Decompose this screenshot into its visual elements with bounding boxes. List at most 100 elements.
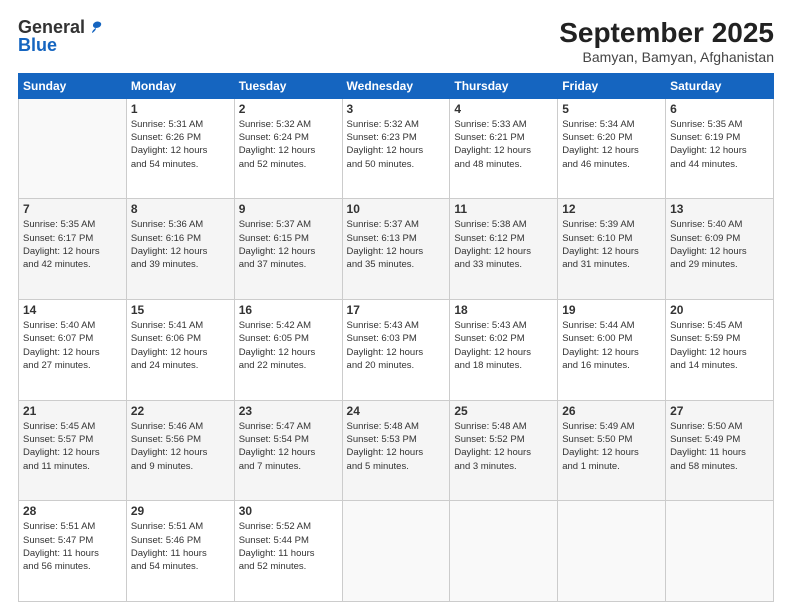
day-info: Sunrise: 5:39 AM Sunset: 6:10 PM Dayligh…	[562, 218, 661, 271]
day-number: 29	[131, 504, 230, 518]
day-number: 25	[454, 404, 553, 418]
day-info: Sunrise: 5:43 AM Sunset: 6:03 PM Dayligh…	[347, 319, 446, 372]
day-number: 19	[562, 303, 661, 317]
day-info: Sunrise: 5:43 AM Sunset: 6:02 PM Dayligh…	[454, 319, 553, 372]
day-info: Sunrise: 5:37 AM Sunset: 6:13 PM Dayligh…	[347, 218, 446, 271]
day-number: 24	[347, 404, 446, 418]
day-info: Sunrise: 5:48 AM Sunset: 5:52 PM Dayligh…	[454, 420, 553, 473]
calendar-day-cell: 19 Sunrise: 5:44 AM Sunset: 6:00 PM Dayli…	[558, 300, 666, 401]
calendar-day-cell: 29 Sunrise: 5:51 AM Sunset: 5:46 PM Dayli…	[126, 501, 234, 602]
calendar-week-row: 14 Sunrise: 5:40 AM Sunset: 6:07 PM Dayli…	[19, 300, 774, 401]
calendar-day-cell: 13 Sunrise: 5:40 AM Sunset: 6:09 PM Dayli…	[666, 199, 774, 300]
calendar-day-cell: 21 Sunrise: 5:45 AM Sunset: 5:57 PM Dayli…	[19, 400, 127, 501]
calendar-day-cell: 27Sunrise: 5:50 AM Sunset: 5:49 PM Dayli…	[666, 400, 774, 501]
day-info: Sunrise: 5:33 AM Sunset: 6:21 PM Dayligh…	[454, 118, 553, 171]
weekday-header-sunday: Sunday	[19, 73, 127, 98]
calendar-day-cell: 2 Sunrise: 5:32 AM Sunset: 6:24 PM Daylig…	[234, 98, 342, 199]
day-info: Sunrise: 5:45 AM Sunset: 5:59 PM Dayligh…	[670, 319, 769, 372]
day-number: 28	[23, 504, 122, 518]
day-info: Sunrise: 5:32 AM Sunset: 6:24 PM Dayligh…	[239, 118, 338, 171]
calendar-week-row: 1 Sunrise: 5:31 AM Sunset: 6:26 PM Daylig…	[19, 98, 774, 199]
day-number: 4	[454, 102, 553, 116]
calendar-day-cell: 18 Sunrise: 5:43 AM Sunset: 6:02 PM Dayli…	[450, 300, 558, 401]
calendar-day-cell: 25 Sunrise: 5:48 AM Sunset: 5:52 PM Dayli…	[450, 400, 558, 501]
calendar-week-row: 21 Sunrise: 5:45 AM Sunset: 5:57 PM Dayli…	[19, 400, 774, 501]
logo: General Blue	[18, 18, 105, 56]
weekday-header-tuesday: Tuesday	[234, 73, 342, 98]
day-number: 13	[670, 202, 769, 216]
calendar-day-cell: 20 Sunrise: 5:45 AM Sunset: 5:59 PM Dayli…	[666, 300, 774, 401]
day-number: 20	[670, 303, 769, 317]
calendar-day-cell: 14 Sunrise: 5:40 AM Sunset: 6:07 PM Dayli…	[19, 300, 127, 401]
day-info: Sunrise: 5:47 AM Sunset: 5:54 PM Dayligh…	[239, 420, 338, 473]
day-info: Sunrise: 5:38 AM Sunset: 6:12 PM Dayligh…	[454, 218, 553, 271]
day-number: 14	[23, 303, 122, 317]
day-info: Sunrise: 5:51 AM Sunset: 5:46 PM Dayligh…	[131, 520, 230, 573]
calendar-day-cell: 7Sunrise: 5:35 AM Sunset: 6:17 PM Daylig…	[19, 199, 127, 300]
day-info: Sunrise: 5:42 AM Sunset: 6:05 PM Dayligh…	[239, 319, 338, 372]
calendar-day-cell: 10Sunrise: 5:37 AM Sunset: 6:13 PM Dayli…	[342, 199, 450, 300]
calendar-day-cell	[450, 501, 558, 602]
calendar-day-cell: 22 Sunrise: 5:46 AM Sunset: 5:56 PM Dayli…	[126, 400, 234, 501]
page: General Blue September 2025 Bamyan, Bamy…	[0, 0, 792, 612]
day-number: 9	[239, 202, 338, 216]
weekday-header-wednesday: Wednesday	[342, 73, 450, 98]
day-number: 12	[562, 202, 661, 216]
day-number: 15	[131, 303, 230, 317]
logo-bird-icon	[87, 19, 105, 37]
calendar-week-row: 28 Sunrise: 5:51 AM Sunset: 5:47 PM Dayli…	[19, 501, 774, 602]
weekday-header-thursday: Thursday	[450, 73, 558, 98]
day-number: 30	[239, 504, 338, 518]
calendar-day-cell	[558, 501, 666, 602]
calendar-title: September 2025	[559, 18, 774, 49]
day-info: Sunrise: 5:44 AM Sunset: 6:00 PM Dayligh…	[562, 319, 661, 372]
calendar-day-cell: 28 Sunrise: 5:51 AM Sunset: 5:47 PM Dayli…	[19, 501, 127, 602]
day-info: Sunrise: 5:40 AM Sunset: 6:09 PM Dayligh…	[670, 218, 769, 271]
calendar-day-cell: 9Sunrise: 5:37 AM Sunset: 6:15 PM Daylig…	[234, 199, 342, 300]
day-number: 21	[23, 404, 122, 418]
day-info: Sunrise: 5:51 AM Sunset: 5:47 PM Dayligh…	[23, 520, 122, 573]
day-info: Sunrise: 5:49 AM Sunset: 5:50 PM Dayligh…	[562, 420, 661, 473]
calendar-day-cell: 4 Sunrise: 5:33 AM Sunset: 6:21 PM Daylig…	[450, 98, 558, 199]
day-number: 1	[131, 102, 230, 116]
calendar-day-cell: 8Sunrise: 5:36 AM Sunset: 6:16 PM Daylig…	[126, 199, 234, 300]
day-number: 26	[562, 404, 661, 418]
calendar-day-cell: 24 Sunrise: 5:48 AM Sunset: 5:53 PM Dayli…	[342, 400, 450, 501]
day-number: 22	[131, 404, 230, 418]
calendar-table: SundayMondayTuesdayWednesdayThursdayFrid…	[18, 73, 774, 602]
weekday-header-friday: Friday	[558, 73, 666, 98]
day-info: Sunrise: 5:45 AM Sunset: 5:57 PM Dayligh…	[23, 420, 122, 473]
day-info: Sunrise: 5:35 AM Sunset: 6:19 PM Dayligh…	[670, 118, 769, 171]
day-info: Sunrise: 5:48 AM Sunset: 5:53 PM Dayligh…	[347, 420, 446, 473]
day-info: Sunrise: 5:36 AM Sunset: 6:16 PM Dayligh…	[131, 218, 230, 271]
calendar-day-cell: 12 Sunrise: 5:39 AM Sunset: 6:10 PM Dayli…	[558, 199, 666, 300]
calendar-day-cell: 16 Sunrise: 5:42 AM Sunset: 6:05 PM Dayli…	[234, 300, 342, 401]
day-number: 5	[562, 102, 661, 116]
day-info: Sunrise: 5:41 AM Sunset: 6:06 PM Dayligh…	[131, 319, 230, 372]
day-info: Sunrise: 5:46 AM Sunset: 5:56 PM Dayligh…	[131, 420, 230, 473]
day-number: 2	[239, 102, 338, 116]
day-number: 27	[670, 404, 769, 418]
calendar-week-row: 7Sunrise: 5:35 AM Sunset: 6:17 PM Daylig…	[19, 199, 774, 300]
day-number: 18	[454, 303, 553, 317]
day-info: Sunrise: 5:35 AM Sunset: 6:17 PM Dayligh…	[23, 218, 122, 271]
day-info: Sunrise: 5:52 AM Sunset: 5:44 PM Dayligh…	[239, 520, 338, 573]
calendar-day-cell: 15 Sunrise: 5:41 AM Sunset: 6:06 PM Dayli…	[126, 300, 234, 401]
calendar-day-cell: 6Sunrise: 5:35 AM Sunset: 6:19 PM Daylig…	[666, 98, 774, 199]
day-info: Sunrise: 5:40 AM Sunset: 6:07 PM Dayligh…	[23, 319, 122, 372]
day-info: Sunrise: 5:34 AM Sunset: 6:20 PM Dayligh…	[562, 118, 661, 171]
day-number: 23	[239, 404, 338, 418]
calendar-day-cell: 26 Sunrise: 5:49 AM Sunset: 5:50 PM Dayli…	[558, 400, 666, 501]
calendar-day-cell: 11 Sunrise: 5:38 AM Sunset: 6:12 PM Dayli…	[450, 199, 558, 300]
header: General Blue September 2025 Bamyan, Bamy…	[18, 18, 774, 65]
day-info: Sunrise: 5:31 AM Sunset: 6:26 PM Dayligh…	[131, 118, 230, 171]
calendar-day-cell	[342, 501, 450, 602]
day-number: 16	[239, 303, 338, 317]
weekday-header-monday: Monday	[126, 73, 234, 98]
weekday-header-row: SundayMondayTuesdayWednesdayThursdayFrid…	[19, 73, 774, 98]
calendar-day-cell: 1 Sunrise: 5:31 AM Sunset: 6:26 PM Daylig…	[126, 98, 234, 199]
calendar-day-cell: 30 Sunrise: 5:52 AM Sunset: 5:44 PM Dayli…	[234, 501, 342, 602]
day-number: 11	[454, 202, 553, 216]
calendar-subtitle: Bamyan, Bamyan, Afghanistan	[559, 49, 774, 65]
title-block: September 2025 Bamyan, Bamyan, Afghanist…	[559, 18, 774, 65]
